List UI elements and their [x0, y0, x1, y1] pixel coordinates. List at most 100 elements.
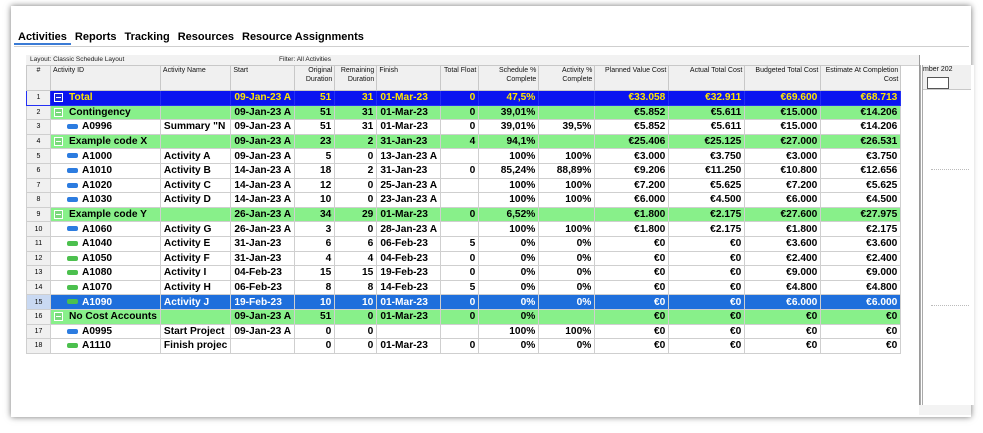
cell-finish[interactable]: 13-Jan-23 A — [376, 148, 442, 164]
cell-total-float[interactable]: 4 — [440, 133, 480, 150]
cell-total-float[interactable]: 5 — [440, 279, 480, 296]
cell-start[interactable]: 04-Feb-23 — [230, 265, 296, 281]
table-row[interactable]: 3 A0996 Summary "N 09-Jan-23 A 51 31 01-Mar-23… — [26, 119, 902, 135]
cell-activity-id[interactable]: A1110 — [50, 338, 161, 354]
cell-activity-pct[interactable] — [538, 104, 596, 121]
cell-finish[interactable]: 01-Mar-23 — [376, 90, 442, 106]
cell-planned-value-cost[interactable]: €0 — [594, 323, 670, 340]
collapse-icon[interactable] — [54, 136, 63, 146]
cell-activity-pct[interactable]: 88,89% — [538, 162, 596, 179]
cell-row-number[interactable]: 7 — [26, 177, 51, 194]
table-row[interactable]: 6 A1010 Activity B 14-Jan-23 A 18 2 31-Jan-23 0… — [26, 162, 902, 179]
cell-planned-value-cost[interactable]: €1.800 — [594, 221, 670, 237]
cell-activity-name[interactable]: Finish projec — [159, 338, 232, 354]
cell-schedule-pct[interactable]: 100% — [478, 148, 540, 164]
table-row[interactable]: 13 A1080 Activity I 04-Feb-23 15 15 19-Feb-23 0… — [26, 265, 902, 281]
cell-budgeted-total-cost[interactable]: €27.000 — [744, 133, 822, 150]
cell-finish[interactable]: 01-Mar-23 — [376, 104, 442, 121]
cell-row-number[interactable]: 13 — [26, 265, 51, 281]
cell-total-float[interactable]: 0 — [440, 308, 480, 325]
cell-finish[interactable]: 01-Mar-23 — [376, 338, 442, 354]
tab-resources[interactable]: Resources — [174, 29, 238, 45]
cell-schedule-pct[interactable]: 0% — [478, 338, 540, 354]
cell-actual-total-cost[interactable]: €5.611 — [668, 104, 746, 121]
cell-row-number[interactable]: 1 — [26, 90, 51, 106]
cell-activity-id[interactable]: Contingency — [50, 104, 161, 121]
cell-eac-cost[interactable]: €27.975 — [820, 206, 902, 223]
total-row[interactable]: 1 Total 09-Jan-23 A 51 31 01-Mar-23 0 47,5% €33.… — [26, 90, 902, 106]
cell-start[interactable]: 09-Jan-23 A — [230, 104, 296, 121]
cell-activity-id[interactable]: A1040 — [50, 235, 161, 252]
cell-activity-pct[interactable]: 100% — [538, 148, 596, 164]
cell-activity-pct[interactable]: 0% — [538, 250, 596, 267]
cell-budgeted-total-cost[interactable]: €0 — [744, 323, 822, 340]
cell-budgeted-total-cost[interactable]: €3.000 — [744, 148, 822, 164]
cell-actual-total-cost[interactable]: €0 — [668, 338, 746, 354]
cell-finish[interactable]: 31-Jan-23 — [376, 162, 442, 179]
cell-budgeted-total-cost[interactable]: €0 — [744, 308, 822, 325]
cell-remaining-duration[interactable]: 31 — [334, 119, 378, 135]
table-row[interactable]: 17 A0995 Start Project 09-Jan-23 A 0 0 100% 100… — [26, 323, 902, 340]
cell-row-number[interactable]: 12 — [26, 250, 51, 267]
cell-start[interactable]: 09-Jan-23 A — [230, 308, 296, 325]
cell-activity-id[interactable]: A0996 — [50, 119, 161, 135]
cell-remaining-duration[interactable]: 0 — [334, 221, 378, 237]
cell-activity-pct[interactable] — [538, 133, 596, 150]
cell-budgeted-total-cost[interactable]: €69.600 — [744, 90, 822, 106]
col-header-eac-cost[interactable]: Estimate At Completion Cost — [820, 65, 902, 91]
cell-activity-id[interactable]: A1070 — [50, 279, 161, 296]
cell-total-float[interactable] — [440, 192, 480, 208]
group-row[interactable]: 4 Example code X 09-Jan-23 A 23 2 31-Jan-23 4 9… — [26, 133, 902, 150]
cell-start[interactable] — [230, 338, 296, 354]
col-header-finish[interactable]: Finish — [376, 65, 442, 91]
cell-start[interactable]: 31-Jan-23 — [230, 235, 296, 252]
cell-activity-pct[interactable] — [538, 206, 596, 223]
cell-remaining-duration[interactable]: 0 — [334, 338, 378, 354]
cell-schedule-pct[interactable]: 0% — [478, 250, 540, 267]
cell-start[interactable]: 09-Jan-23 A — [230, 148, 296, 164]
cell-original-duration[interactable]: 0 — [294, 323, 336, 340]
cell-remaining-duration[interactable]: 2 — [334, 162, 378, 179]
cell-eac-cost[interactable]: €6.000 — [820, 294, 902, 310]
cell-budgeted-total-cost[interactable]: €9.000 — [744, 265, 822, 281]
cell-planned-value-cost[interactable]: €7.200 — [594, 177, 670, 194]
cell-budgeted-total-cost[interactable]: €15.000 — [744, 104, 822, 121]
cell-schedule-pct[interactable]: 0% — [478, 279, 540, 296]
cell-activity-id[interactable]: A1030 — [50, 192, 161, 208]
cell-eac-cost[interactable]: €14.206 — [820, 104, 902, 121]
table-row[interactable]: 15 A1090 Activity J 19-Feb-23 10 10 01-Mar-23 0… — [26, 294, 902, 310]
cell-activity-id[interactable]: A1020 — [50, 177, 161, 194]
collapse-icon[interactable] — [54, 209, 63, 219]
cell-planned-value-cost[interactable]: €6.000 — [594, 192, 670, 208]
col-header-total-float[interactable]: Total Float — [440, 65, 480, 91]
cell-activity-pct[interactable] — [538, 308, 596, 325]
cell-schedule-pct[interactable]: 94,1% — [478, 133, 540, 150]
cell-row-number[interactable]: 6 — [26, 162, 51, 179]
cell-budgeted-total-cost[interactable]: €27.600 — [744, 206, 822, 223]
cell-row-number[interactable]: 3 — [26, 119, 51, 135]
cell-start[interactable]: 09-Jan-23 A — [230, 119, 296, 135]
cell-start[interactable]: 26-Jan-23 A — [230, 221, 296, 237]
table-row[interactable]: 14 A1070 Activity H 06-Feb-23 8 8 14-Feb-23 5 0%… — [26, 279, 902, 296]
cell-start[interactable]: 06-Feb-23 — [230, 279, 296, 296]
cell-activity-name[interactable] — [159, 133, 232, 150]
cell-total-float[interactable]: 0 — [440, 265, 480, 281]
cell-row-number[interactable]: 11 — [26, 235, 51, 252]
cell-activity-name[interactable]: Activity F — [159, 250, 232, 267]
cell-activity-pct[interactable]: 0% — [538, 338, 596, 354]
cell-actual-total-cost[interactable]: €3.750 — [668, 148, 746, 164]
cell-planned-value-cost[interactable]: €5.852 — [594, 119, 670, 135]
cell-planned-value-cost[interactable]: €0 — [594, 235, 670, 252]
cell-finish[interactable]: 01-Mar-23 — [376, 206, 442, 223]
cell-original-duration[interactable]: 10 — [294, 294, 336, 310]
cell-schedule-pct[interactable]: 47,5% — [478, 90, 540, 106]
cell-eac-cost[interactable]: €0 — [820, 323, 902, 340]
cell-eac-cost[interactable]: €2.400 — [820, 250, 902, 267]
col-header-original-duration[interactable]: Original Duration — [294, 65, 336, 91]
table-row[interactable]: 7 A1020 Activity C 14-Jan-23 A 12 0 25-Jan-23 … — [26, 177, 902, 194]
cell-planned-value-cost[interactable]: €33.058 — [594, 90, 670, 106]
cell-original-duration[interactable]: 18 — [294, 162, 336, 179]
cell-schedule-pct[interactable]: 0% — [478, 294, 540, 310]
cell-planned-value-cost[interactable]: €0 — [594, 279, 670, 296]
cell-eac-cost[interactable]: €4.500 — [820, 192, 902, 208]
